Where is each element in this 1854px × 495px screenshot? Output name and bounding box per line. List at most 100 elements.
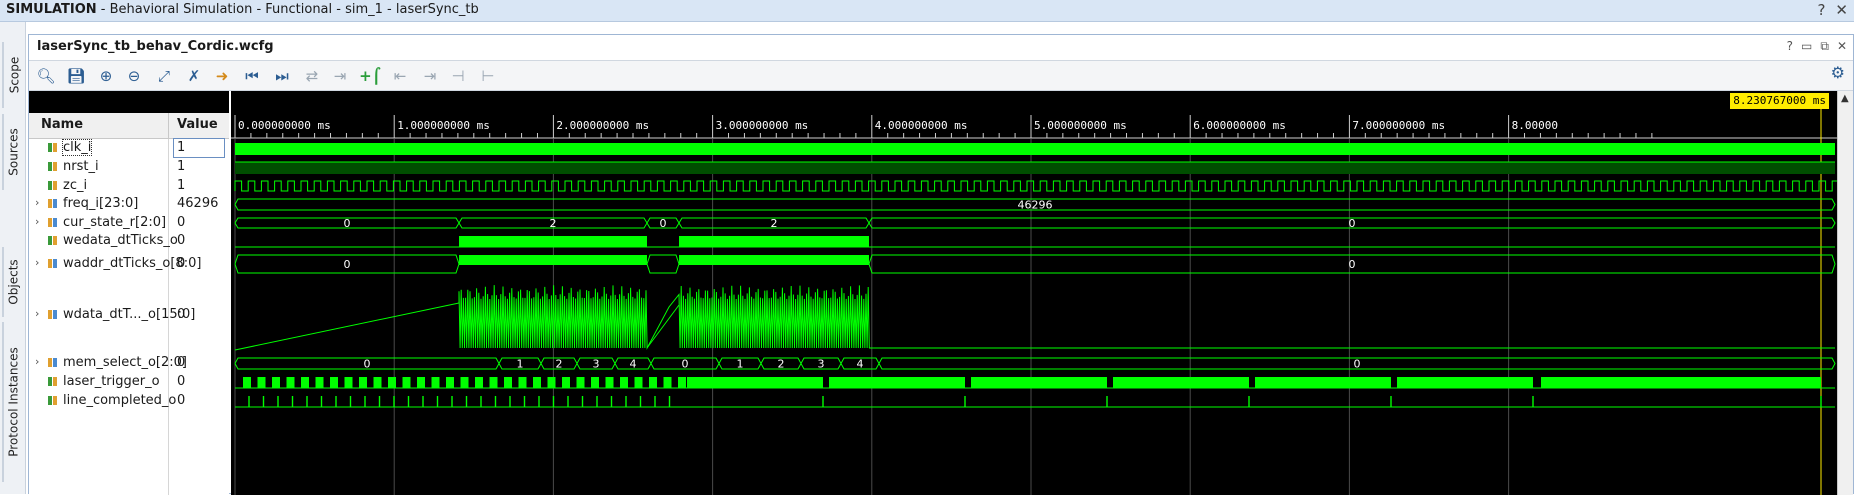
laser-pulse [402, 377, 411, 388]
laser-pulse [315, 377, 324, 388]
laser-pulse [576, 377, 585, 388]
signal-list-panel: Name Value clk_i 1 nrst_i 1 zc_i 1 › freq_i[23:… [29, 91, 229, 495]
laser-pulse [431, 377, 440, 388]
next-marker-icon[interactable]: ⇥ [419, 65, 441, 87]
doc-minimize-icon[interactable]: ▭ [1801, 39, 1812, 54]
column-separator [168, 113, 169, 139]
cursor-to-zero-icon[interactable]: ✗ [183, 65, 205, 87]
zc-wave [234, 180, 1837, 192]
bus-value-label: 0 [660, 217, 667, 230]
snap-icon[interactable]: ⇥ [329, 65, 351, 87]
tab-protocol-instances[interactable]: Protocol Instances [2, 322, 24, 482]
document-title-bar: laserSync_tb_behav_Cordic.wcfg ? ▭ ⧉ ✕ [29, 35, 1853, 61]
signal-icon [48, 396, 57, 405]
laser-pulse [330, 377, 338, 388]
laser-pulse [649, 377, 657, 388]
laser-pulse [591, 377, 599, 388]
waveform-viewer[interactable]: 0.000000000 ms 1.000000000 ms 2.000000000 … [231, 91, 1853, 495]
signal-value: 0 [177, 393, 186, 408]
laser-pulse [460, 377, 469, 388]
signal-row[interactable]: wedata_dtTicks_o 0 [29, 230, 229, 252]
laser-pulse [518, 377, 527, 388]
laser-pulse [620, 377, 628, 388]
tab-scope[interactable]: Scope [2, 42, 24, 108]
signal-row[interactable]: › wdata_dtT..._o[15:0] 0 [29, 304, 229, 326]
panel-top-spacer [29, 91, 229, 113]
waveform-document: laserSync_tb_behav_Cordic.wcfg ? ▭ ⧉ ✕ 🔍… [28, 34, 1854, 495]
zoom-fit-icon[interactable]: ⤢ [153, 65, 175, 87]
laser-pulse [489, 377, 498, 388]
expand-chevron-icon[interactable]: › [35, 215, 39, 228]
bus-value-label: 0 [344, 217, 351, 230]
close-icon[interactable]: ✕ [1835, 1, 1848, 19]
tab-sources[interactable]: Sources [2, 114, 24, 190]
laser-pulse [547, 377, 556, 388]
prev-marker-icon[interactable]: ⇤ [389, 65, 411, 87]
laser-pulse [286, 377, 295, 388]
prev-transition-icon[interactable]: ⊣ [447, 65, 469, 87]
tab-objects[interactable]: Objects [2, 247, 24, 317]
expand-chevron-icon[interactable]: › [35, 307, 39, 320]
name-column-header[interactable]: Name [41, 117, 83, 132]
vertical-scrollbar[interactable]: ▲ [1837, 91, 1853, 495]
laser-pulse [373, 377, 382, 388]
signal-icon [48, 162, 57, 171]
laser-pulse [829, 377, 965, 388]
bus-value-label: 0 [1349, 217, 1356, 230]
signal-value: 0 [177, 355, 186, 370]
help-icon[interactable]: ? [1817, 1, 1825, 19]
bus-value-label: 3 [818, 358, 825, 371]
expand-chevron-icon[interactable]: › [35, 196, 39, 209]
ruler-tick-label: 6.000000000 ms [1193, 119, 1286, 132]
value-column-header[interactable]: Value [177, 117, 218, 132]
signal-icon [48, 143, 57, 152]
add-marker-icon[interactable]: +⌠ [359, 65, 381, 87]
signal-row[interactable]: › waddr_dtTicks_o[8:0] 0 [29, 253, 229, 275]
bus-value-label: 2 [771, 217, 778, 230]
zoom-out-icon[interactable]: ⊖ [123, 65, 145, 87]
expand-chevron-icon[interactable]: › [35, 256, 39, 269]
bus-value-label: 4 [857, 358, 864, 371]
zoom-in-icon[interactable]: ⊕ [95, 65, 117, 87]
signal-value: 1 [177, 177, 186, 193]
next-transition-icon[interactable]: ⊢ [477, 65, 499, 87]
signal-name: freq_i[23:0] [63, 196, 139, 211]
bus-signal-icon [48, 358, 57, 367]
doc-help-icon[interactable]: ? [1787, 39, 1793, 54]
laser-pulse [301, 377, 309, 388]
wedata-burst [459, 236, 647, 247]
cursor-time-label[interactable]: 8.230767000 ms [1730, 93, 1829, 109]
doc-float-icon[interactable]: ⧉ [1820, 39, 1829, 54]
ruler-tick-label: 2.000000000 ms [556, 119, 649, 132]
go-to-end-icon[interactable]: ⏭ [271, 65, 293, 87]
laser-pulse [663, 377, 672, 388]
bus-value-label: 46296 [1018, 199, 1053, 212]
scroll-up-icon[interactable]: ▲ [1841, 93, 1849, 104]
signal-value: 0 [177, 214, 186, 230]
bus-value-label: 0 [364, 358, 371, 371]
save-icon[interactable]: 💾︎ [65, 65, 87, 87]
laser-pulse [1255, 377, 1391, 388]
settings-gear-icon[interactable]: ⚙ [1831, 63, 1845, 82]
signal-value: 46296 [177, 196, 219, 211]
wdata-ramp [234, 302, 460, 351]
ruler-tick-label: 7.000000000 ms [1352, 119, 1445, 132]
signal-value: 0 [177, 374, 186, 389]
bus-value-label: 0 [344, 258, 351, 271]
search-icon[interactable]: 🔍︎ [35, 65, 57, 87]
signal-name: nrst_i [63, 159, 99, 174]
laser-pulse [1113, 377, 1249, 388]
clk-wave [235, 143, 1835, 155]
expand-chevron-icon[interactable]: › [35, 355, 39, 368]
nrst-fill [235, 162, 1835, 174]
go-to-start-icon[interactable]: ⏮ [241, 65, 263, 87]
laser-pulse [272, 377, 280, 388]
signal-icon [48, 236, 57, 245]
ruler-tick-label: 3.000000000 ms [716, 119, 809, 132]
swap-cursors-icon[interactable]: ⇄ [301, 65, 323, 87]
bus-value-label: 1 [737, 358, 744, 371]
document-title: laserSync_tb_behav_Cordic.wcfg [37, 39, 274, 54]
go-to-cursor-icon[interactable]: ➜ [211, 65, 233, 87]
signal-row[interactable]: line_completed_o 0 [29, 390, 229, 412]
doc-close-icon[interactable]: ✕ [1837, 39, 1847, 54]
